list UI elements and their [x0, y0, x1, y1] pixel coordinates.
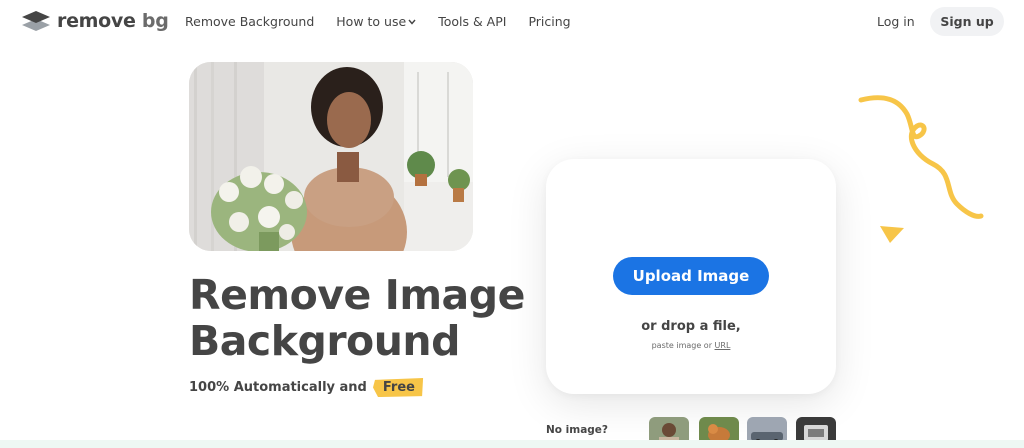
subtitle: 100% Automatically and Free [189, 377, 425, 398]
url-link[interactable]: URL [715, 341, 731, 350]
main-nav: Remove Background How to use Tools & API… [185, 14, 593, 29]
no-image-label: No image? [546, 424, 609, 436]
login-link[interactable]: Log in [877, 14, 915, 29]
upload-card: Upload Image or drop a file, paste image… [546, 159, 836, 394]
yellow-triangle-decoration [880, 226, 904, 243]
chevron-down-icon [408, 19, 416, 25]
signup-button[interactable]: Sign up [930, 7, 1004, 36]
subtitle-text: 100% Automatically and [189, 380, 367, 395]
nav-pricing[interactable]: Pricing [528, 14, 570, 29]
headline-line-2: Background [189, 317, 460, 365]
headline-line-1: Remove Image [189, 271, 525, 319]
nav-tools-api[interactable]: Tools & API [438, 14, 506, 29]
bottom-strip [0, 440, 1024, 448]
paste-hint: paste image or URL [651, 341, 731, 350]
page-title: Remove Image Background [189, 272, 525, 364]
logo-text: remove bg [57, 10, 169, 32]
top-navigation-bar: remove bg Remove Background How to use T… [0, 0, 1024, 44]
yellow-squiggle-decoration [858, 95, 984, 219]
logo[interactable]: remove bg [22, 10, 169, 32]
layers-logo-icon [22, 11, 50, 31]
nav-remove-background[interactable]: Remove Background [185, 14, 314, 29]
drop-file-text: or drop a file, [641, 319, 741, 334]
upload-image-button[interactable]: Upload Image [613, 257, 769, 295]
hero-photo [189, 62, 473, 251]
nav-how-to-use[interactable]: How to use [336, 14, 416, 29]
free-badge: Free [372, 377, 425, 398]
